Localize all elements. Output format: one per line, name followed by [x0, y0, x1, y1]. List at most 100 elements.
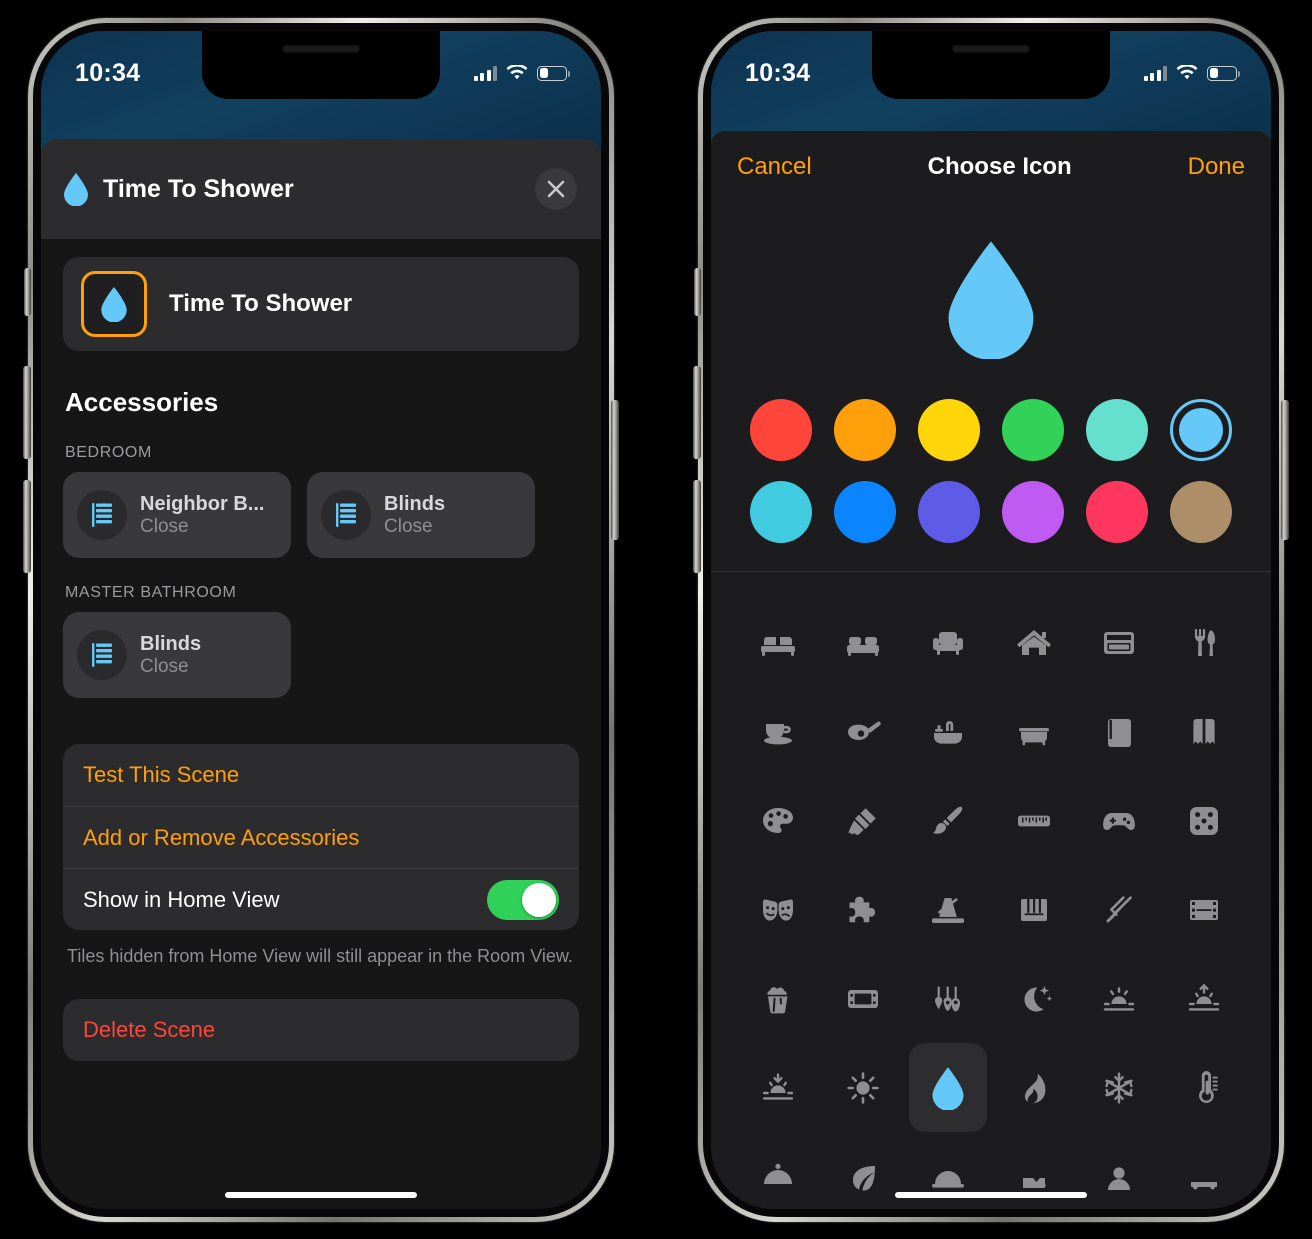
choose-icon-sheet: Cancel Choose Icon Done	[711, 131, 1271, 1209]
icon-cell-piano-keys[interactable]	[995, 865, 1073, 954]
volume-up-button[interactable]	[23, 366, 31, 459]
power-button[interactable]	[611, 400, 619, 540]
icon-cell-frying-pan[interactable]	[824, 687, 902, 776]
power-button[interactable]	[1281, 400, 1289, 540]
icon-cell-leaf[interactable]	[824, 1132, 902, 1209]
car-icon	[1191, 1181, 1218, 1189]
scene-name-row[interactable]: Time To Shower	[63, 257, 579, 351]
accessory-state: Close	[140, 655, 189, 677]
icon-cell-bathtub[interactable]	[995, 687, 1073, 776]
icon-cell-fork-knife[interactable]	[1165, 598, 1243, 687]
icon-cell-guitars[interactable]	[909, 954, 987, 1043]
icon-cell-puzzle-piece[interactable]	[824, 865, 902, 954]
icon-cell-sunrise[interactable]	[1165, 954, 1243, 1043]
mute-switch[interactable]	[694, 268, 701, 316]
icon-cell-armchair[interactable]	[909, 598, 987, 687]
theater-masks-icon	[762, 899, 793, 921]
battery-icon	[1207, 65, 1240, 81]
icon-cell-paint-brush-wide[interactable]	[824, 776, 902, 865]
icon-cell-bed[interactable]	[739, 598, 817, 687]
volume-down-button[interactable]	[693, 480, 701, 573]
icon-cell-sun-dusk[interactable]	[739, 1043, 817, 1132]
icon-cell-tuning-fork[interactable]	[1080, 865, 1158, 954]
scene-name-value[interactable]: Time To Shower	[169, 290, 352, 318]
accessories-section-title: Accessories	[65, 387, 219, 417]
color-swatch-green[interactable]	[1002, 399, 1064, 461]
mute-switch[interactable]	[24, 268, 31, 316]
game-controller-icon	[1103, 812, 1135, 830]
icon-cell-ruler[interactable]	[995, 776, 1073, 865]
accessory-tile[interactable]: Blinds Close	[63, 612, 291, 698]
ruler-icon	[1017, 815, 1050, 826]
house-icon	[1016, 629, 1051, 655]
icon-cell-moon-stars[interactable]	[995, 954, 1073, 1043]
color-swatch-purple[interactable]	[1002, 481, 1064, 543]
color-swatch-light-blue[interactable]	[1170, 399, 1232, 461]
color-swatch-brown[interactable]	[1170, 481, 1232, 543]
icon-preview	[711, 203, 1271, 393]
icon-cell-sink[interactable]	[909, 687, 987, 776]
close-icon	[547, 180, 565, 198]
icon-cell-car[interactable]	[1165, 1132, 1243, 1209]
color-swatch-orange[interactable]	[834, 399, 896, 461]
icon-cell-sun-max[interactable]	[824, 1043, 902, 1132]
color-swatch-mint[interactable]	[1086, 399, 1148, 461]
moon-stars-icon	[1024, 985, 1052, 1012]
icon-cell-film-frame[interactable]	[824, 954, 902, 1043]
icon-cell-game-controller[interactable]	[1080, 776, 1158, 865]
icon-cell-paintbrush[interactable]	[909, 776, 987, 865]
home-indicator[interactable]	[895, 1192, 1087, 1198]
icon-cell-book-open[interactable]	[1165, 687, 1243, 776]
cellular-bars-icon	[473, 65, 497, 81]
home-indicator[interactable]	[225, 1192, 417, 1198]
icon-cell-flame[interactable]	[995, 1043, 1073, 1132]
icon-cell-thermometer[interactable]	[1165, 1043, 1243, 1132]
icon-cell-oven[interactable]	[1080, 598, 1158, 687]
icon-cell-water-drop[interactable]	[909, 1043, 988, 1132]
accessory-tile[interactable]: Blinds Close	[307, 472, 535, 558]
cancel-button[interactable]: Cancel	[737, 153, 812, 181]
close-button[interactable]	[535, 168, 577, 210]
show-in-home-view-toggle[interactable]	[487, 879, 559, 920]
icon-cell-film-strip[interactable]	[1165, 865, 1243, 954]
volume-up-button[interactable]	[693, 366, 701, 459]
sunset-icon	[1103, 986, 1135, 1011]
color-swatch-cyan[interactable]	[750, 481, 812, 543]
done-button[interactable]: Done	[1188, 153, 1245, 181]
water-drop-icon	[101, 287, 127, 322]
add-remove-accessories-button[interactable]: Add or Remove Accessories	[63, 806, 579, 868]
color-swatch-pink[interactable]	[1086, 481, 1148, 543]
icon-cell-book-closed[interactable]	[1080, 687, 1158, 776]
icon-cell-house[interactable]	[995, 598, 1073, 687]
show-in-home-view-row[interactable]: Show in Home View	[63, 868, 579, 930]
icon-cell-sunset[interactable]	[1080, 954, 1158, 1043]
icon-cell-dice[interactable]	[1165, 776, 1243, 865]
icon-cell-snowflake[interactable]	[1080, 1043, 1158, 1132]
color-swatch-yellow[interactable]	[918, 399, 980, 461]
volume-down-button[interactable]	[23, 480, 31, 573]
test-this-scene-button[interactable]: Test This Scene	[63, 744, 579, 806]
wifi-icon	[506, 65, 528, 80]
icon-cell-person[interactable]	[1080, 1132, 1158, 1209]
icon-cell-cloche[interactable]	[739, 1132, 817, 1209]
icon-cell-metronome[interactable]	[909, 865, 987, 954]
color-swatch-blue[interactable]	[834, 481, 896, 543]
blinds-icon	[77, 630, 127, 680]
left-phone: 10:34 Time To Shower Time To Shower Acce…	[23, 18, 619, 1222]
icon-cell-coffee-cup[interactable]	[739, 687, 817, 776]
scene-icon-button[interactable]	[81, 271, 147, 337]
color-swatch-indigo[interactable]	[918, 481, 980, 543]
test-this-scene-label: Test This Scene	[83, 762, 240, 787]
icon-cell-theater-masks[interactable]	[739, 865, 817, 954]
icon-cell-paint-palette[interactable]	[739, 776, 817, 865]
paint-brush-wide-icon	[848, 807, 876, 835]
delete-scene-button[interactable]: Delete Scene	[63, 998, 579, 1061]
color-swatch-red[interactable]	[750, 399, 812, 461]
accessory-tiles-bedroom: Neighbor B... Close Blinds Close	[63, 472, 579, 558]
armchair-icon	[933, 631, 964, 655]
accessory-tiles-master-bathroom: Blinds Close	[63, 612, 579, 698]
accessory-tile[interactable]: Neighbor B... Close	[63, 472, 291, 558]
icon-cell-sofa[interactable]	[824, 598, 902, 687]
icon-cell-popcorn[interactable]	[739, 954, 817, 1043]
paint-palette-icon	[762, 807, 793, 833]
